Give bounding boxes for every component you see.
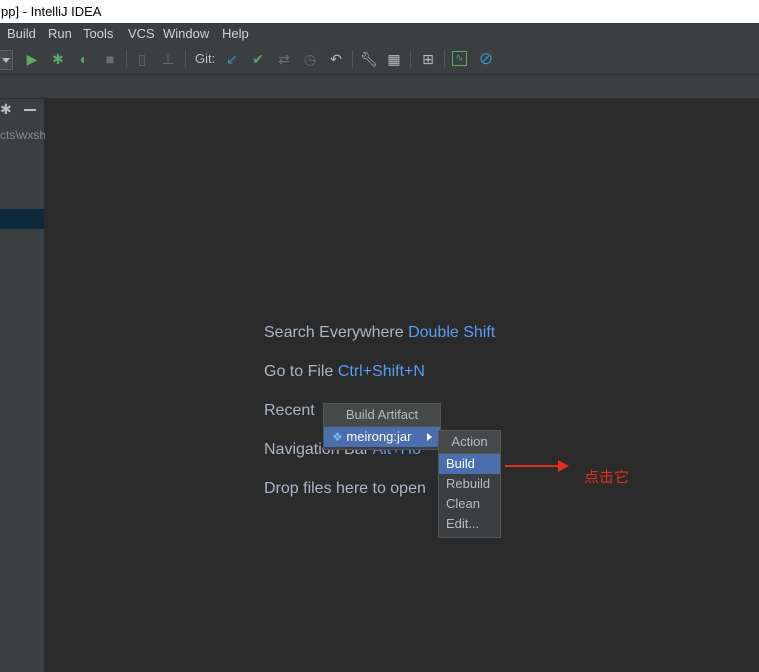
hint-label: Drop files here to open: [264, 480, 426, 497]
stop-icon[interactable]: ■: [102, 51, 118, 67]
main-toolbar: ▶ ✱ ◐ ■ ▯ ⊥ Git: ↙ ✔ ⇄ ◷ ↶ 🔧︎ ▦ ⊞ ∿ ⊘: [0, 45, 759, 75]
hint-go-to-file: Go to File Ctrl+Shift+N: [264, 363, 425, 381]
project-structure-icon[interactable]: ▦: [386, 51, 402, 67]
hint-recent-files: Recent: [264, 402, 315, 420]
git-revert-icon[interactable]: ↶: [328, 51, 344, 67]
action-edit[interactable]: Edit...: [439, 514, 500, 534]
hint-shortcut: Double Shift: [408, 324, 496, 341]
artifact-label: meirong:jar: [346, 429, 412, 444]
run-config-dropdown[interactable]: [0, 50, 13, 70]
toolbar-separator: [185, 50, 186, 68]
coverage-icon[interactable]: ◐: [76, 51, 92, 67]
annotation-text: 点击它: [584, 469, 630, 486]
project-panel-header: ✱: [0, 99, 44, 121]
action-popup: Action Build Rebuild Clean Edit...: [438, 430, 501, 538]
action-build[interactable]: Build: [439, 454, 500, 474]
window-title: pp] - IntelliJ IDEA: [1, 4, 102, 19]
minimize-icon[interactable]: [24, 109, 36, 111]
monitor-icon[interactable]: ∿: [452, 51, 467, 66]
build-project-icon[interactable]: ▯: [134, 51, 150, 67]
git-compare-icon[interactable]: ⇄: [276, 51, 292, 67]
editor-empty-area: [45, 99, 759, 672]
menu-window[interactable]: Window: [163, 23, 209, 45]
git-history-icon[interactable]: ◷: [302, 51, 318, 67]
gear-icon[interactable]: ✱: [0, 101, 12, 118]
git-update-icon[interactable]: ↙: [224, 51, 240, 67]
selected-tree-row[interactable]: [0, 209, 44, 229]
chevron-right-icon: [427, 433, 432, 441]
hint-label: Search Everywhere: [264, 324, 404, 341]
hint-search-everywhere: Search Everywhere Double Shift: [264, 324, 495, 342]
window-title-bar: pp] - IntelliJ IDEA: [0, 0, 759, 23]
run-icon[interactable]: ▶: [24, 51, 40, 67]
annotation-arrow-line: [505, 465, 559, 467]
editor-tab-strip: [0, 75, 759, 99]
project-path: cts\wxsh: [0, 128, 47, 142]
toolbar-separator: [444, 50, 445, 68]
debug-icon[interactable]: ✱: [50, 51, 66, 67]
git-label: Git:: [195, 51, 216, 66]
hint-shortcut: Ctrl+Shift+N: [337, 363, 425, 380]
menu-tools[interactable]: Tools: [83, 23, 113, 45]
sdk-manager-icon[interactable]: ⊞: [420, 51, 436, 67]
menu-run[interactable]: Run: [48, 23, 72, 45]
toolbar-separator: [126, 50, 127, 68]
no-entry-icon[interactable]: ⊘: [478, 50, 494, 67]
toolbar-separator: [352, 50, 353, 68]
hint-label: Recent: [264, 402, 315, 419]
make-module-icon[interactable]: ⊥: [160, 51, 176, 67]
git-commit-icon[interactable]: ✔: [250, 51, 266, 67]
hint-drop-files: Drop files here to open: [264, 480, 426, 498]
project-panel: ✱ cts\wxsh: [0, 99, 47, 672]
artifact-item-meirong-jar[interactable]: ❖ meirong:jar: [324, 427, 440, 447]
menu-vcs[interactable]: VCS: [128, 23, 155, 45]
settings-wrench-icon[interactable]: 🔧︎: [360, 51, 378, 67]
menu-help[interactable]: Help: [222, 23, 249, 45]
artifact-icon: ❖: [332, 430, 343, 444]
annotation-arrow-head: [558, 460, 569, 472]
menu-bar: Build Run Tools VCS Window Help: [0, 23, 759, 45]
hint-label: Go to File: [264, 363, 334, 380]
menu-build[interactable]: Build: [7, 23, 36, 45]
toolbar-separator: [410, 50, 411, 68]
build-artifact-title: Build Artifact: [324, 404, 440, 427]
action-popup-title: Action: [439, 431, 500, 454]
build-artifact-popup: Build Artifact ❖ meirong:jar: [323, 403, 441, 450]
chevron-down-icon: [2, 58, 10, 63]
action-clean[interactable]: Clean: [439, 494, 500, 514]
action-rebuild[interactable]: Rebuild: [439, 474, 500, 494]
